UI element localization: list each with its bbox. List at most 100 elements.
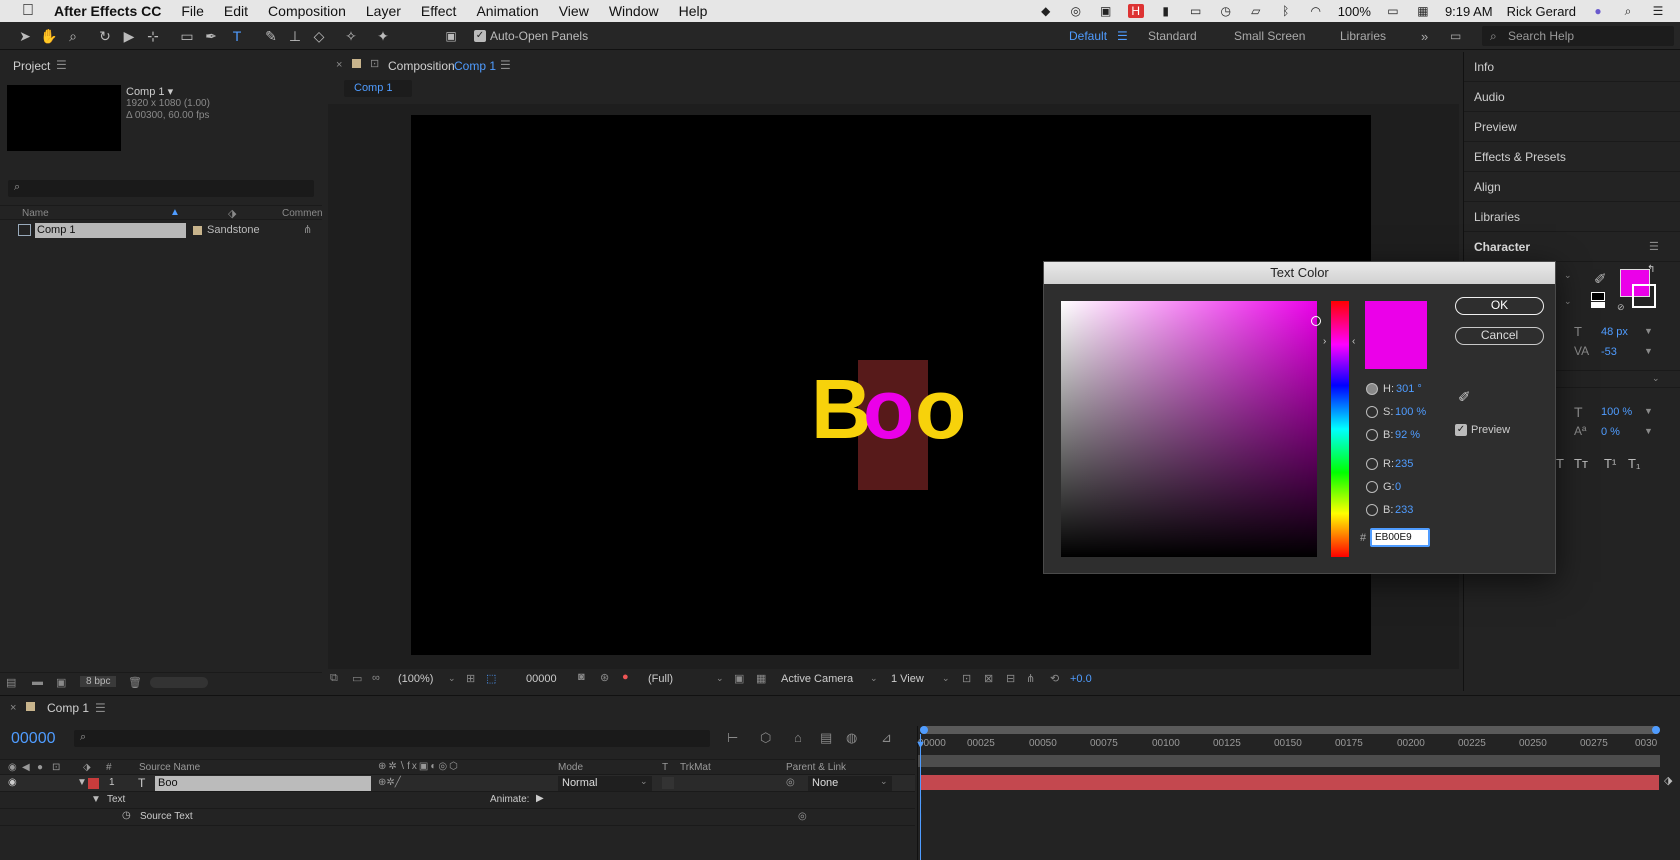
motion-blur-icon[interactable]: ◍ — [846, 730, 857, 746]
source-text-row[interactable]: ◷ Source Text ◎ — [0, 809, 915, 826]
color-picker-marker[interactable] — [1311, 316, 1321, 326]
time-navigator[interactable] — [920, 726, 1660, 734]
chevron-down-icon[interactable]: ⌄ — [870, 673, 878, 684]
audio-icon[interactable]: ◀ — [22, 762, 30, 773]
selection-tool-icon[interactable]: ➤ — [16, 27, 34, 45]
clone-stamp-tool-icon[interactable]: ⊥ — [286, 27, 304, 45]
airplay-icon[interactable]: ▱ — [1248, 4, 1264, 18]
type-tool-icon[interactable]: T — [228, 27, 246, 45]
menu-animation[interactable]: Animation — [476, 3, 538, 19]
text-group-row[interactable]: ▼ Text Animate: ▶ — [0, 792, 915, 809]
resolution-dropdown[interactable]: (Full) — [648, 673, 673, 685]
puppet-tool-icon[interactable]: ✦ — [374, 27, 392, 45]
menu-file[interactable]: File — [181, 3, 204, 19]
show-snapshot-icon[interactable]: ⊛ — [600, 671, 609, 684]
subscript-button[interactable]: T₁ — [1628, 456, 1640, 471]
timeline-tab[interactable]: Comp 1 — [47, 701, 89, 715]
cancel-button[interactable]: Cancel — [1455, 327, 1544, 345]
layer-switches-row-icon[interactable]: ⊕✲╱ — [378, 777, 401, 788]
label-column-icon[interactable]: ⬗ — [83, 762, 91, 773]
exposure-value[interactable]: +0.0 — [1070, 673, 1092, 685]
user-name[interactable]: Rick Gerard — [1507, 4, 1576, 19]
roto-brush-tool-icon[interactable]: ✧ — [342, 27, 360, 45]
region-of-interest-icon[interactable]: ⬚ — [486, 672, 496, 685]
workspace-overflow-icon[interactable]: » — [1421, 29, 1428, 44]
camera-tool-icon[interactable]: ▶ — [120, 27, 138, 45]
flowchart-icon[interactable]: ⋔ — [1026, 672, 1035, 685]
menu-edit[interactable]: Edit — [224, 3, 248, 19]
channels-icon[interactable]: ● — [622, 671, 629, 683]
graph-editor-icon[interactable]: ⊿ — [881, 730, 892, 746]
superscript-button[interactable]: T¹ — [1604, 456, 1616, 471]
notification-center-icon[interactable]: ☰ — [1650, 4, 1666, 18]
layer-number-header[interactable]: # — [106, 762, 112, 773]
solo-icon[interactable]: ● — [37, 762, 43, 773]
pickwhip-icon[interactable]: ◎ — [798, 811, 807, 822]
mode-header[interactable]: Mode — [558, 762, 583, 773]
pickwhip-icon[interactable]: ◎ — [786, 777, 795, 788]
apple-menu-icon[interactable]:  — [22, 2, 34, 20]
red-radio[interactable] — [1366, 458, 1378, 470]
align-panel-tab[interactable]: Align — [1464, 172, 1680, 202]
preview-panel-tab[interactable]: Preview — [1464, 112, 1680, 142]
name-column-header[interactable]: Name — [22, 208, 49, 219]
time-navigator-end[interactable] — [1652, 726, 1660, 734]
libraries-panel-tab[interactable]: Libraries — [1464, 202, 1680, 232]
chevron-down-icon[interactable]: ⌄ — [1564, 296, 1572, 307]
eye-icon[interactable]: ◉ — [8, 777, 17, 788]
composition-panel-title[interactable]: Composition — [388, 59, 455, 73]
swap-colors-icon[interactable]: ↰ — [1647, 264, 1655, 275]
saturation-value[interactable]: 100 % — [1395, 406, 1426, 418]
monitor-icon[interactable]: ▭ — [352, 672, 362, 685]
time-navigator-start[interactable] — [920, 726, 928, 734]
chevron-down-icon[interactable]: ▼ — [1644, 426, 1653, 436]
character-menu-icon[interactable]: ☰ — [1649, 240, 1659, 253]
project-comp-name[interactable]: Comp 1 ▾ — [126, 85, 173, 98]
source-name-header[interactable]: Source Name — [139, 762, 200, 773]
rotate-tool-icon[interactable]: ↻ — [96, 27, 114, 45]
text-char-o-selected[interactable]: o — [863, 367, 914, 451]
reset-exposure-icon[interactable]: ⟲ — [1050, 672, 1059, 685]
project-panel-title[interactable]: Project — [13, 59, 50, 73]
menu-help[interactable]: Help — [679, 3, 708, 19]
composition-menu-icon[interactable]: ☰ — [500, 58, 511, 72]
auto-open-panels-checkbox[interactable]: ✓ — [474, 30, 486, 42]
creative-cloud-icon[interactable]: ◎ — [1068, 4, 1084, 18]
toggle-pixel-aspect-icon[interactable]: ⊡ — [962, 672, 971, 685]
parent-dropdown[interactable]: None ⌄ — [808, 776, 892, 791]
ok-button[interactable]: OK — [1455, 297, 1544, 315]
vertical-scale-value[interactable]: 100 % — [1601, 406, 1632, 418]
hand-tool-icon[interactable]: ✋ — [40, 27, 58, 45]
layer-name-field[interactable]: Boo — [155, 776, 371, 791]
baseline-shift-value[interactable]: 0 % — [1601, 426, 1620, 438]
set-black-icon[interactable] — [1591, 292, 1605, 301]
blue-value[interactable]: 233 — [1395, 504, 1413, 516]
lock-icon[interactable]: ⊡ — [52, 762, 60, 773]
saturation-brightness-field[interactable] — [1061, 301, 1321, 557]
current-timecode[interactable]: 00000 — [11, 730, 56, 748]
menu-layer[interactable]: Layer — [366, 3, 401, 19]
search-help-input[interactable]: ⌕ Search Help — [1482, 26, 1674, 46]
battery-icon[interactable]: ▭ — [1385, 4, 1401, 18]
sort-ascending-icon[interactable]: ▲ — [170, 207, 180, 218]
parent-link-header[interactable]: Parent & Link — [786, 762, 846, 773]
app-menu[interactable]: After Effects CC — [54, 3, 161, 19]
comp-breadcrumb-tab[interactable]: Comp 1 — [344, 80, 412, 97]
chevron-down-icon[interactable]: ⌄ — [448, 673, 456, 684]
timeline-menu-icon[interactable]: ☰ — [95, 701, 106, 715]
transparency-grid-icon[interactable]: ▦ — [756, 672, 766, 685]
time-ruler[interactable]: 00000 00025 00050 00075 00100 00125 0015… — [918, 738, 1680, 753]
set-white-icon[interactable] — [1591, 302, 1605, 308]
preserve-transparency-toggle[interactable] — [662, 777, 674, 789]
font-size-value[interactable]: 48 px — [1601, 326, 1628, 338]
red-app-icon[interactable]: H — [1127, 4, 1144, 18]
hue-slider-right-handle-icon[interactable]: ‹ — [1352, 336, 1355, 347]
workspace-libraries[interactable]: Libraries — [1340, 29, 1386, 43]
brightness-radio[interactable] — [1366, 429, 1378, 441]
clock[interactable]: 9:19 AM — [1445, 4, 1493, 19]
character-panel-tab[interactable]: Character — [1464, 232, 1680, 262]
time-machine-icon[interactable]: ◷ — [1218, 4, 1234, 18]
views-dropdown[interactable]: 1 View — [891, 673, 924, 685]
work-area-bar[interactable] — [918, 755, 1660, 767]
chevron-down-icon[interactable]: ⌄ — [716, 673, 724, 684]
